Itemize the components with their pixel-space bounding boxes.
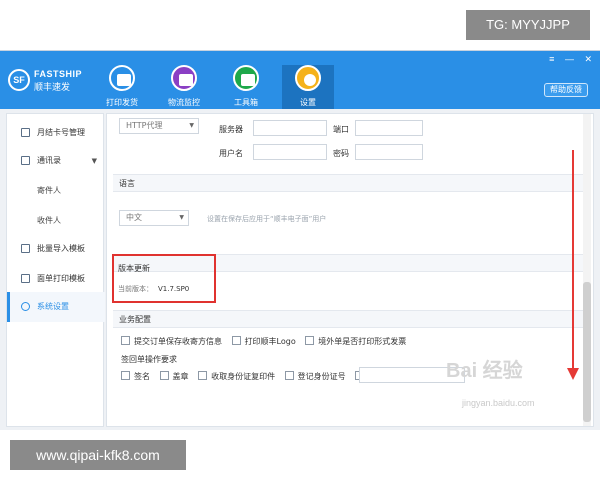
monitor-icon [171,65,197,91]
sidebar-item-recipient[interactable]: 收件人 [7,206,105,236]
sidebar-item-label: 月结卡号管理 [37,128,85,137]
nav-settings[interactable]: 设置 [282,65,334,109]
chevron-down-icon: ▼ [189,122,194,129]
language-hint: 设置在保存后应用于“顺丰电子面”用户 [207,215,327,223]
version-section-title: 版本更新 [118,264,150,273]
version-highlight-box: 版本更新 当前版本： V1.7.SP0 [112,254,216,303]
checkbox[interactable] [231,336,241,345]
baidu-watermark: Bai 经验 jingyan.baidu.com [446,354,576,410]
top-bar: SF FASTSHIP 顺丰速发 打印发货 物流监控 工具箱 设置 ≡ — ✕ … [0,51,600,109]
version-value: V1.7.SP0 [158,285,190,293]
business-section-title: 业务配置 [113,310,587,328]
chevron-down-icon: ▼ [91,157,97,165]
sf-logo-mark: SF [8,69,30,91]
checkbox[interactable] [121,371,130,380]
logo-cn: 顺丰速发 [34,83,71,93]
server-input[interactable] [253,120,327,136]
help-feedback-button[interactable]: 帮助反馈 [544,83,588,97]
checkbox[interactable] [284,371,294,380]
option-proforma-invoice[interactable]: 境外单是否打印形式发票 [305,336,406,347]
sidebar-item-monthly-card[interactable]: 月结卡号管理 [7,118,105,148]
upload-icon [21,244,30,253]
checkbox[interactable] [305,336,315,345]
baidu-url: jingyan.baidu.com [462,398,535,408]
username-label: 用户名 [219,149,243,158]
option-save-addresses[interactable]: 提交订单保存收寄方信息 [121,336,222,347]
option-print-logo[interactable]: 打印顺丰Logo [231,336,296,347]
toolbox-icon [233,65,259,91]
sidebar-item-sender[interactable]: 寄件人 [7,176,105,206]
option-id-copy[interactable]: 收取身份证复印件 [198,371,275,382]
gear-icon [295,65,321,91]
chevron-down-icon: ▼ [179,214,184,221]
nav-label: 物流监控 [168,98,200,107]
option-signature[interactable]: 签名 [121,371,150,382]
nav-toolbox[interactable]: 工具箱 [220,65,272,109]
business-options-row: 提交订单保存收寄方信息 打印顺丰Logo 境外单是否打印形式发票 [121,336,413,348]
sidebar-item-label: 面单打印模板 [37,274,85,283]
sidebar-item-label: 寄件人 [37,186,61,195]
logo-en: FASTSHIP [34,69,83,79]
nav-logistics-monitor[interactable]: 物流监控 [158,65,210,109]
sidebar-item-label: 收件人 [37,216,61,225]
option-id-number[interactable]: 登记身份证号 [284,371,346,382]
sign-options-row: 签名 盖章 收取身份证复印件 登记身份证号 其他 [121,371,391,383]
baidu-logo: Bai 经验 [446,360,523,382]
active-indicator [7,292,10,322]
watermark-bottom: www.qipai-kfk8.com [10,440,186,470]
scrollbar-thumb[interactable] [583,282,591,422]
sidebar-item-label: 通讯录 [37,156,61,165]
sidebar-item-label: 系统设置 [37,302,69,311]
password-input[interactable] [355,144,423,160]
sidebar-item-label: 批量导入模板 [37,244,85,253]
printer-icon [109,65,135,91]
sidebar-item-batch-import[interactable]: 批量导入模板 [7,234,105,264]
username-input[interactable] [253,144,327,160]
settings-icon [21,302,30,311]
option-stamp[interactable]: 盖章 [159,371,189,382]
language-section-title: 语言 [113,174,587,192]
address-book-icon [21,156,30,165]
proxy-type-select[interactable]: HTTP代理 ▼ [119,118,199,134]
nav-label: 打印发货 [106,98,138,107]
checkbox[interactable] [121,336,130,345]
menu-icon[interactable]: ≡ [549,54,554,64]
port-input[interactable] [355,120,423,136]
app-logo: SF FASTSHIP 顺丰速发 [8,69,94,99]
checkbox[interactable] [198,371,208,380]
checkbox[interactable] [159,371,169,380]
current-version: 当前版本： V1.7.SP0 [118,285,190,293]
language-select[interactable]: 中文 ▼ [119,210,189,226]
server-label: 服务器 [219,125,243,134]
nav-label: 工具箱 [234,98,258,107]
nav-print-ship[interactable]: 打印发货 [96,65,148,109]
sidebar-item-system-settings[interactable]: 系统设置 [7,292,105,322]
sidebar: 月结卡号管理 通讯录 ▼ 寄件人 收件人 批量导入模板 面单打印模板 系统设置 [6,113,105,427]
port-label: 端口 [333,125,349,134]
sidebar-item-print-template[interactable]: 面单打印模板 [7,264,105,294]
scrollbar-track[interactable] [583,114,591,426]
minimize-icon[interactable]: — [565,54,574,64]
card-icon [21,128,30,137]
sidebar-item-address-book[interactable]: 通讯录 ▼ [7,146,105,176]
password-label: 密码 [333,149,349,158]
watermark-top: TG: MYYJJPP [466,10,590,40]
red-arrow-line [572,150,574,372]
sign-requirements-title: 签回单操作要求 [121,355,177,364]
nav-label: 设置 [300,98,316,107]
close-icon[interactable]: ✕ [584,54,592,64]
window-controls: ≡ — ✕ [541,54,592,65]
template-icon [21,274,30,283]
